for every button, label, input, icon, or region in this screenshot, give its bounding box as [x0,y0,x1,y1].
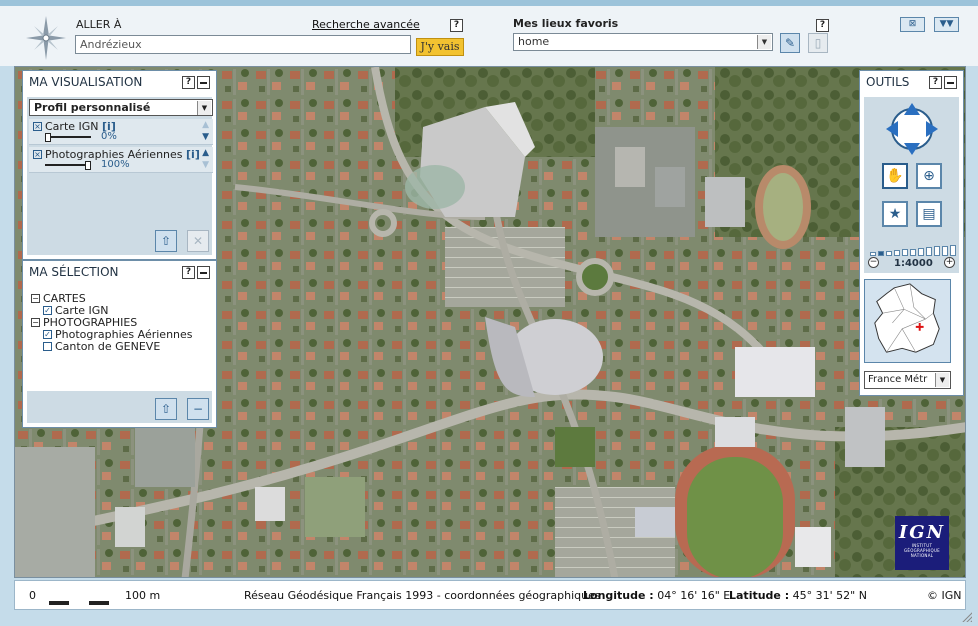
go-button[interactable]: J'y vais [416,38,464,56]
pin-icon[interactable]: ✎ [780,33,800,53]
selection-header: MA SÉLECTION ? [23,261,216,283]
zoom-box-icon[interactable]: ⊕ [916,163,942,189]
zoom-level-step[interactable] [910,248,916,256]
recherche-avancee-link[interactable]: Recherche avancée [312,18,420,31]
zoom-level-step[interactable] [934,246,940,256]
remove-layer-button[interactable]: ✕ [187,230,209,252]
checkbox-checked[interactable]: ✓ [43,330,52,339]
opacity-value: 100% [101,159,130,170]
print-window-button[interactable]: ⊠ [900,17,925,32]
opacity-slider[interactable] [45,133,91,142]
help-favoris-button[interactable]: ? [816,19,829,32]
profile-select[interactable]: Profil personnalisé ▼ [29,99,213,116]
collapse-header-button[interactable]: ▼▼ [934,17,959,32]
longitude-readout: Longitude : 04° 16' 16" E [583,589,731,602]
favoris-select[interactable]: home ▼ [513,33,773,51]
resize-handle-icon[interactable] [960,610,972,622]
overview-map[interactable] [864,279,951,363]
favoris-label: Mes lieux favoris [513,17,619,30]
opacity-slider-handle[interactable] [85,161,91,170]
move-up-icon: ▲ [202,120,209,130]
tools-panel: OUTILS ? ✋ ⊕ ★ ▤ − 1:4000 + France Métr … [859,70,964,396]
tools-title: OUTILS [866,75,910,89]
visualisation-header: MA VISUALISATION ? [23,71,216,93]
compass-rose-icon [26,16,66,60]
zoom-level-step[interactable] [926,247,932,256]
selection-title: MA SÉLECTION [29,265,119,279]
hand-icon[interactable]: ✋ [882,163,908,189]
opacity-slider-handle[interactable] [45,133,51,142]
scale-end: 100 m [125,589,161,602]
zoom-level-step[interactable] [886,250,892,256]
collapse-icon[interactable]: − [31,294,40,303]
tools-header: OUTILS ? [860,71,963,93]
favoris-value: home [518,35,550,48]
remove-selection-button[interactable]: − [187,398,209,420]
ign-logo-subtext: INSTITUT GÉOGRAPHIQUE NATIONAL [903,543,941,558]
layer-photographies: × Photographies Aériennes [i] 100% ▲ ▼ [29,147,213,173]
visualisation-title: MA VISUALISATION [29,75,143,89]
zoom-out-icon[interactable]: − [868,257,879,268]
minimize-selection-button[interactable] [197,265,210,279]
ign-logo-text: IGN [898,522,946,543]
layer-visible-checkbox[interactable]: × [33,150,42,159]
collapse-icon[interactable]: − [31,318,40,327]
help-tools-button[interactable]: ? [929,75,942,89]
geodesic-reference: Réseau Géodésique Français 1993 - coordo… [244,589,601,602]
chevron-down-icon: ▼ [757,35,771,49]
move-down-icon: ▼ [202,160,209,170]
visualisation-panel: MA VISUALISATION ? Profil personnalisé ▼… [22,70,217,260]
move-up-icon[interactable]: ▲ [202,148,209,158]
scale-value: 1:4000 [894,258,933,269]
zoom-level-step[interactable] [878,251,884,256]
zoom-level-step[interactable] [870,252,876,256]
top-bar: ALLER À Recherche avancée ? J'y vais Mes… [0,0,978,66]
zoom-in-icon[interactable]: + [944,257,955,268]
selection-tree: − CARTES ✓ Carte IGN − PHOTOGRAPHIES ✓ P… [27,287,212,397]
minimize-visualisation-button[interactable] [197,75,210,89]
help-selection-button[interactable]: ? [182,265,195,279]
layer-info-link[interactable]: [i] [186,148,200,161]
visualisation-body: Profil personnalisé ▼ × Carte IGN [i] 0%… [27,97,213,255]
zoom-level-step[interactable] [950,245,956,256]
chevron-down-icon: ▼ [935,373,949,387]
aller-label: ALLER À [76,18,122,31]
opacity-slider[interactable] [45,161,91,170]
checkbox-checked[interactable]: ✓ [43,306,52,315]
layer-visible-checkbox[interactable]: × [33,122,42,131]
region-select[interactable]: France Métr ▼ [864,371,951,389]
add-to-visualisation-button[interactable]: ⇧ [155,398,177,420]
move-down-icon[interactable]: ▼ [202,132,209,142]
aller-input[interactable] [75,35,411,54]
profile-value: Profil personnalisé [34,101,151,114]
scale-start: 0 [29,589,36,602]
zoom-level-step[interactable] [902,249,908,256]
status-bar: 0 100 m Réseau Géodésique Français 1993 … [14,580,966,610]
opacity-value: 0% [101,131,117,142]
tools-body: ✋ ⊕ ★ ▤ − 1:4000 + [864,97,959,273]
selection-panel: MA SÉLECTION ? − CARTES ✓ Carte IGN − PH… [22,260,217,428]
print-icon[interactable]: ▤ [916,201,942,227]
region-value: France Métr [868,374,928,385]
help-aller-button[interactable]: ? [450,19,463,32]
copyright: © IGN [927,589,962,602]
latitude-readout: Latitude : 45° 31' 52" N [729,589,867,602]
layer-carte-ign: × Carte IGN [i] 0% ▲ ▼ [29,119,213,145]
ign-logo: IGN INSTITUT GÉOGRAPHIQUE NATIONAL [895,516,949,570]
tree-item-canton-geneve[interactable]: Canton de GENEVE [43,340,160,353]
checkbox-unchecked[interactable] [43,342,52,351]
scale-bar [49,601,129,605]
zoom-level-step[interactable] [942,245,948,256]
zoom-level-step[interactable] [918,247,924,256]
trash-icon[interactable]: ▯ [808,33,828,53]
pan-arrows-icon[interactable] [886,103,938,155]
zoom-level-step[interactable] [894,249,900,256]
minimize-tools-button[interactable] [944,75,957,89]
chevron-down-icon: ▼ [197,101,211,115]
star-icon[interactable]: ★ [882,201,908,227]
zoom-scale[interactable] [870,245,956,256]
add-layer-button[interactable]: ⇧ [155,230,177,252]
help-visualisation-button[interactable]: ? [182,75,195,89]
selection-footer: ⇧ − [27,391,212,423]
